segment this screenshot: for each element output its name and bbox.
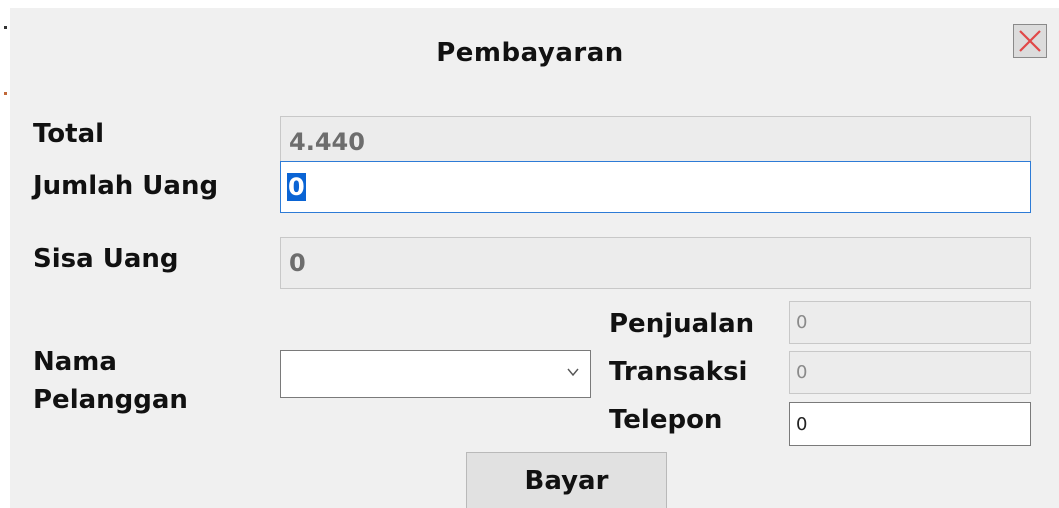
telepon-label: Telepon (609, 405, 723, 435)
bayar-button[interactable]: Bayar (466, 452, 667, 508)
nama-pelanggan-label-2: Pelanggan (33, 385, 188, 415)
chevron-down-icon (567, 368, 579, 377)
bayar-label: Bayar (524, 465, 609, 496)
close-button[interactable] (1013, 24, 1047, 58)
telepon-input[interactable]: 0 (789, 402, 1031, 446)
jumlah-uang-input[interactable]: 0 (280, 161, 1031, 213)
nama-pelanggan-label-1: Nama (33, 347, 117, 377)
total-value: 4.440 (289, 127, 365, 156)
close-icon (1019, 30, 1041, 52)
jumlah-uang-value: 0 (287, 173, 306, 201)
edge-mark (4, 92, 7, 95)
transaksi-value: 0 (796, 362, 808, 383)
penjualan-value: 0 (796, 312, 808, 333)
sisa-uang-value: 0 (289, 249, 306, 277)
penjualan-field: 0 (789, 301, 1031, 344)
total-field: 4.440 (280, 116, 1031, 167)
transaksi-label: Transaksi (609, 357, 748, 387)
telepon-value: 0 (796, 413, 808, 435)
edge-mark (4, 26, 7, 29)
total-label: Total (33, 119, 105, 149)
dialog-title: Pembayaran (436, 38, 624, 68)
sisa-uang-field: 0 (280, 237, 1031, 289)
jumlah-uang-label: Jumlah Uang (33, 171, 219, 201)
pelanggan-select[interactable] (280, 350, 591, 398)
penjualan-label: Penjualan (609, 309, 755, 339)
sisa-uang-label: Sisa Uang (33, 244, 179, 274)
transaksi-field: 0 (789, 351, 1031, 394)
